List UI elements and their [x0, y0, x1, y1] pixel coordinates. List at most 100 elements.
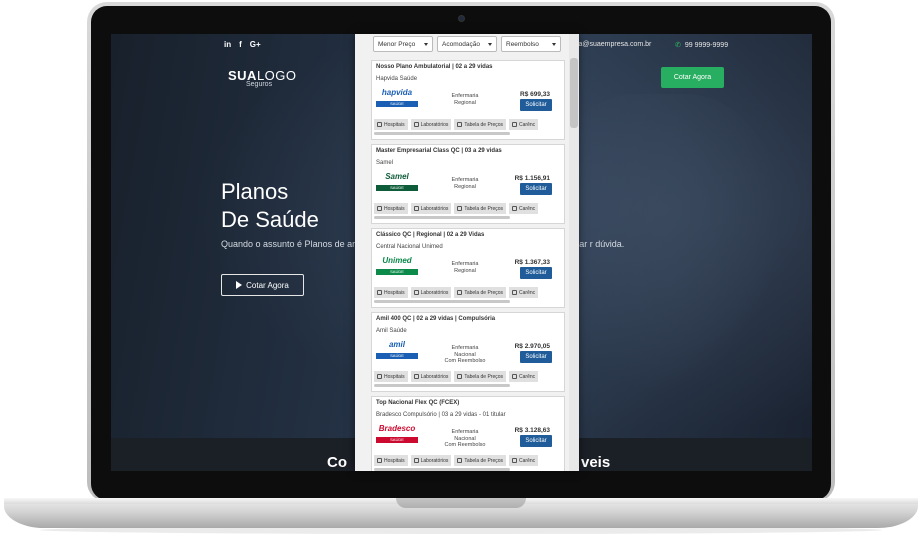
tab-label: Hospitais	[384, 373, 405, 380]
table-icon	[457, 206, 463, 211]
google-plus-icon[interactable]: G+	[250, 40, 261, 49]
plan-tabs: Hospitais Laboratórios Tabela de Preços Car…	[374, 287, 539, 298]
tab-label: Hospitais	[384, 121, 405, 128]
hospital-icon	[377, 458, 382, 463]
plan-card: Top Nacional Flex QC (FCEX) Bradesco Comp…	[371, 396, 565, 471]
solicitar-button[interactable]: Solicitar	[520, 351, 552, 363]
tab-laboratorios[interactable]: Laboratórios	[410, 119, 452, 130]
accommodation-line: Com Reembolso	[444, 442, 486, 448]
operator-logo: amil SAÚDE	[376, 340, 418, 362]
lab-icon	[413, 122, 419, 127]
tab-label: Carênc	[519, 121, 536, 128]
tabs-scrollbar[interactable]	[374, 132, 510, 135]
table-icon	[457, 122, 463, 127]
site-logo[interactable]: SUALOGO Seguros	[228, 68, 297, 88]
tab-carencia[interactable]: Carênc	[509, 203, 539, 214]
filter-bar: Menor Preço Acomodação Reembolso	[373, 36, 561, 52]
operator-brand: hapvida	[381, 88, 413, 97]
tabs-scrollbar[interactable]	[374, 468, 510, 471]
plan-card: Nosso Plano Ambulatorial | 02 a 29 vidas…	[371, 60, 565, 140]
tab-label: Hospitais	[384, 457, 405, 464]
filter-reembolso[interactable]: Reembolso	[501, 36, 561, 52]
solicitar-button[interactable]: Solicitar	[520, 183, 552, 195]
plan-tabs: Hospitais Laboratórios Tabela de Preços Car…	[374, 455, 539, 466]
tab-hospitais[interactable]: Hospitais	[374, 203, 408, 214]
hero-cta-label: Cotar Agora	[246, 280, 289, 290]
plans-panel: Menor Preço Acomodação Reembolso Nosso P…	[355, 34, 579, 471]
chevron-down-icon	[424, 42, 428, 46]
tab-carencia[interactable]: Carênc	[509, 119, 539, 130]
panel-scroll-thumb[interactable]	[570, 58, 578, 128]
hospital-icon	[377, 290, 382, 295]
tab-label: Tabela de Preços	[464, 121, 504, 128]
hospital-icon	[377, 122, 382, 127]
tab-laboratorios[interactable]: Laboratórios	[410, 287, 452, 298]
tab-carencia[interactable]: Carênc	[509, 287, 539, 298]
plan-title: Master Empresarial Class QC | 03 a 29 vi…	[376, 148, 502, 154]
solicitar-button[interactable]: Solicitar	[520, 267, 552, 279]
laptop-mockup: in f G+ sa@suaempresa.com.br ✆ 99 9999-99…	[0, 0, 922, 537]
plan-accommodation: Enfermaria Regional	[440, 93, 490, 106]
cotar-agora-top-button[interactable]: Cotar Agora	[661, 67, 724, 88]
tab-label: Carênc	[519, 289, 536, 296]
calendar-icon	[512, 206, 518, 211]
plan-tabs: Hospitais Laboratórios Tabela de Preços Car…	[374, 203, 539, 214]
filter-acomodacao[interactable]: Acomodação	[437, 36, 497, 52]
hero-title-line-1: Planos	[221, 179, 289, 204]
tab-hospitais[interactable]: Hospitais	[374, 371, 408, 382]
filter-label: Acomodação	[442, 40, 480, 48]
tab-laboratorios[interactable]: Laboratórios	[410, 371, 452, 382]
tab-laboratorios[interactable]: Laboratórios	[410, 203, 452, 214]
tab-tabela-precos[interactable]: Tabela de Preços	[454, 287, 507, 298]
tab-label: Laboratórios	[420, 121, 449, 128]
plan-operator: Hapvida Saúde	[376, 76, 418, 82]
facebook-icon[interactable]: f	[239, 40, 242, 49]
tabs-scrollbar[interactable]	[374, 300, 510, 303]
tab-hospitais[interactable]: Hospitais	[374, 287, 408, 298]
plan-accommodation: Enfermaria Regional	[440, 177, 490, 190]
calendar-icon	[512, 122, 518, 127]
calendar-icon	[512, 290, 518, 295]
operator-brand-bar: SAÚDE	[376, 101, 418, 107]
accommodation-line: Regional	[454, 267, 476, 274]
tab-hospitais[interactable]: Hospitais	[374, 119, 408, 130]
plan-tabs: Hospitais Laboratórios Tabela de Preços Car…	[374, 119, 539, 130]
laptop-notch	[396, 498, 526, 508]
solicitar-button[interactable]: Solicitar	[520, 99, 552, 111]
filter-menor-preco[interactable]: Menor Preço	[373, 36, 433, 52]
accommodation-line: Regional	[454, 183, 476, 190]
play-icon	[236, 281, 243, 289]
tab-tabela-precos[interactable]: Tabela de Preços	[454, 203, 507, 214]
table-icon	[457, 374, 463, 379]
social-links: in f G+	[224, 40, 261, 49]
tab-carencia[interactable]: Carênc	[509, 455, 539, 466]
tab-tabela-precos[interactable]: Tabela de Preços	[454, 371, 507, 382]
tab-tabela-precos[interactable]: Tabela de Preços	[454, 119, 507, 130]
contact-email[interactable]: sa@suaempresa.com.br	[575, 41, 651, 48]
filter-label: Reembolso	[506, 40, 539, 48]
plan-title: Clássico QC | Regional | 02 a 29 Vidas	[376, 232, 485, 238]
plan-title: Nosso Plano Ambulatorial | 02 a 29 vidas	[376, 64, 493, 70]
cotar-agora-hero-button[interactable]: Cotar Agora	[221, 274, 304, 296]
tab-tabela-precos[interactable]: Tabela de Preços	[454, 455, 507, 466]
tab-carencia[interactable]: Carênc	[509, 371, 539, 382]
linkedin-icon[interactable]: in	[224, 40, 231, 49]
plan-price: R$ 3.128,63	[514, 427, 550, 434]
plan-operator: Amil Saúde	[376, 328, 407, 334]
contact-phone[interactable]: ✆ 99 9999-9999	[675, 41, 728, 49]
tabs-scrollbar[interactable]	[374, 384, 510, 387]
solicitar-button[interactable]: Solicitar	[520, 435, 552, 447]
plan-title: Amil 400 QC | 02 a 29 vidas | Compulsóri…	[376, 316, 496, 322]
tab-label: Hospitais	[384, 289, 405, 296]
tab-label: Tabela de Preços	[464, 373, 504, 380]
tab-laboratorios[interactable]: Laboratórios	[410, 455, 452, 466]
plan-operator: Central Nacional Unimed	[376, 244, 443, 250]
tab-label: Tabela de Preços	[464, 205, 504, 212]
operator-brand-bar: SAÚDE	[376, 353, 418, 359]
table-icon	[457, 458, 463, 463]
operator-logo: Unimed SAÚDE	[376, 256, 418, 278]
plan-operator: Bradesco Compulsório | 03 a 29 vidas - 0…	[376, 412, 506, 418]
hospital-icon	[377, 374, 382, 379]
tab-hospitais[interactable]: Hospitais	[374, 455, 408, 466]
tabs-scrollbar[interactable]	[374, 216, 510, 219]
